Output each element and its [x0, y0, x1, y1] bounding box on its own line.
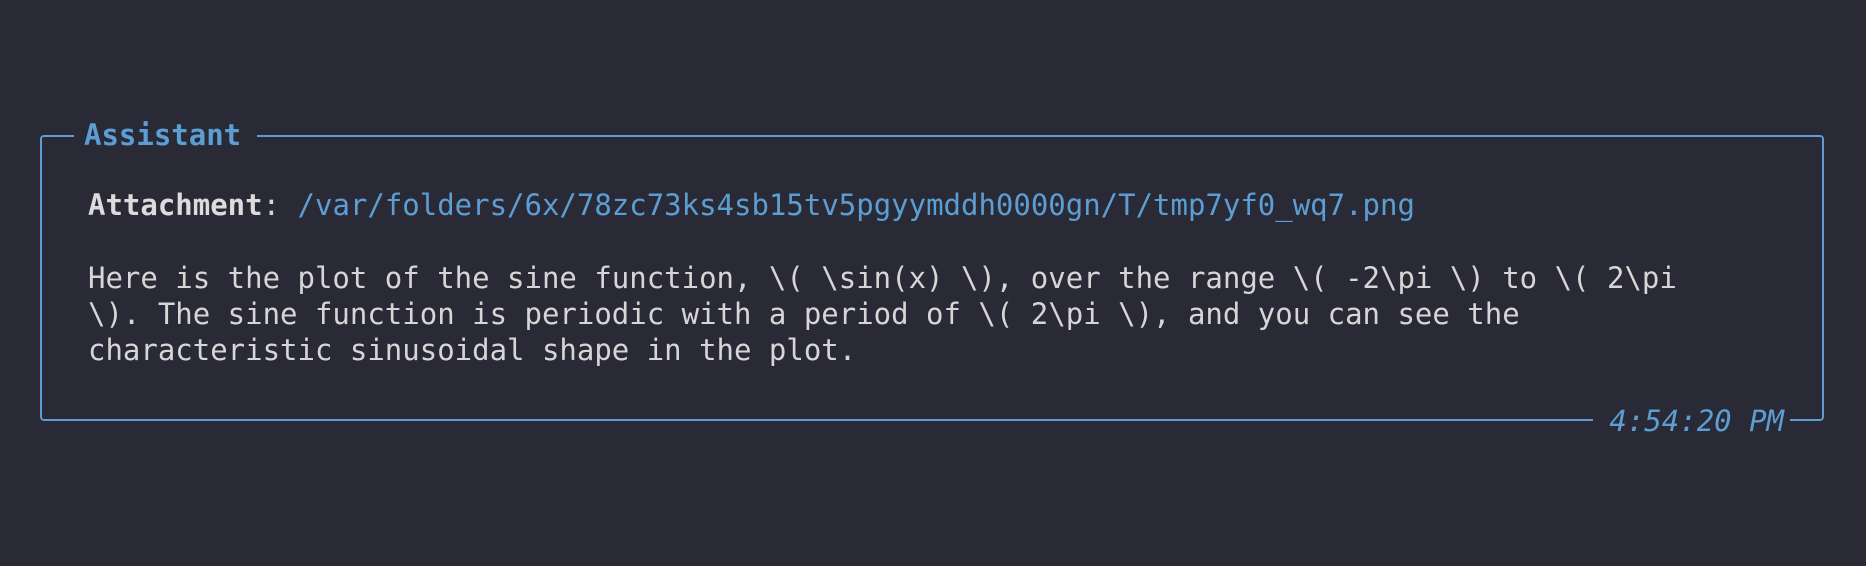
- message-timestamp: 4:54:20 PM: [1593, 401, 1790, 441]
- panel-title: Assistant: [74, 115, 258, 155]
- attachment-line: Attachment: /var/folders/6x/78zc73ks4sb1…: [88, 187, 1415, 223]
- attachment-separator: :: [262, 188, 298, 222]
- message-line: characteristic sinusoidal shape in the p…: [88, 333, 857, 367]
- attachment-path-link[interactable]: /var/folders/6x/78zc73ks4sb15tv5pgyymddh…: [298, 188, 1415, 222]
- message-line: \). The sine function is periodic with a…: [88, 297, 1520, 331]
- attachment-label: Attachment: [88, 188, 263, 222]
- assistant-message-panel: Assistant Attachment: /var/folders/6x/78…: [40, 115, 1824, 441]
- message-line: Here is the plot of the sine function, \…: [88, 261, 1677, 295]
- message-text: Here is the plot of the sine function, \…: [88, 260, 1677, 368]
